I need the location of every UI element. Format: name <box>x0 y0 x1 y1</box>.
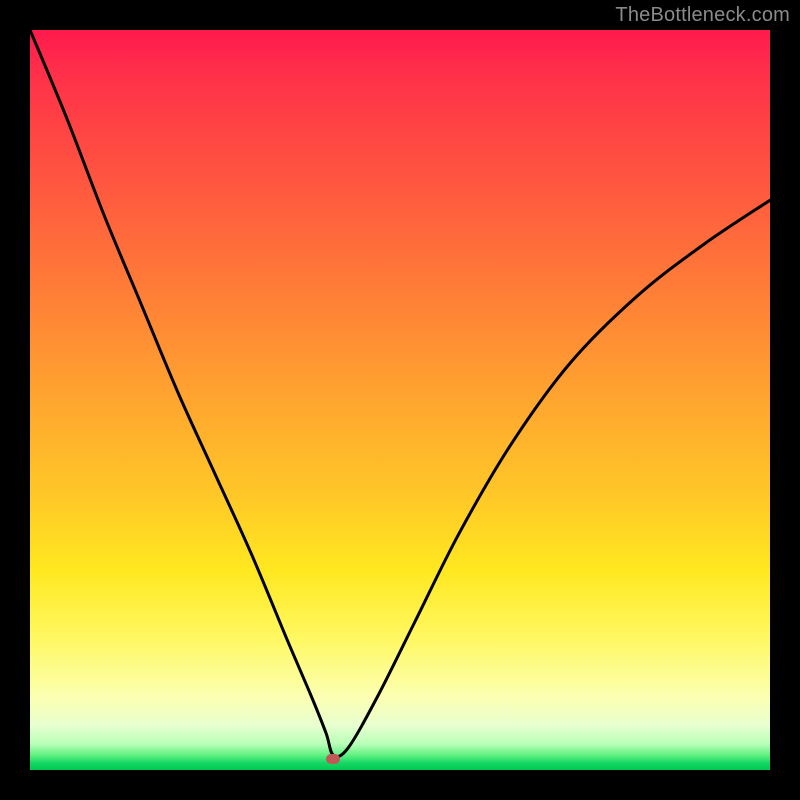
chart-frame: TheBottleneck.com <box>0 0 800 800</box>
watermark-text: TheBottleneck.com <box>615 4 790 27</box>
optimal-point-marker <box>326 754 340 764</box>
bottleneck-curve <box>30 30 770 770</box>
plot-area <box>30 30 770 770</box>
